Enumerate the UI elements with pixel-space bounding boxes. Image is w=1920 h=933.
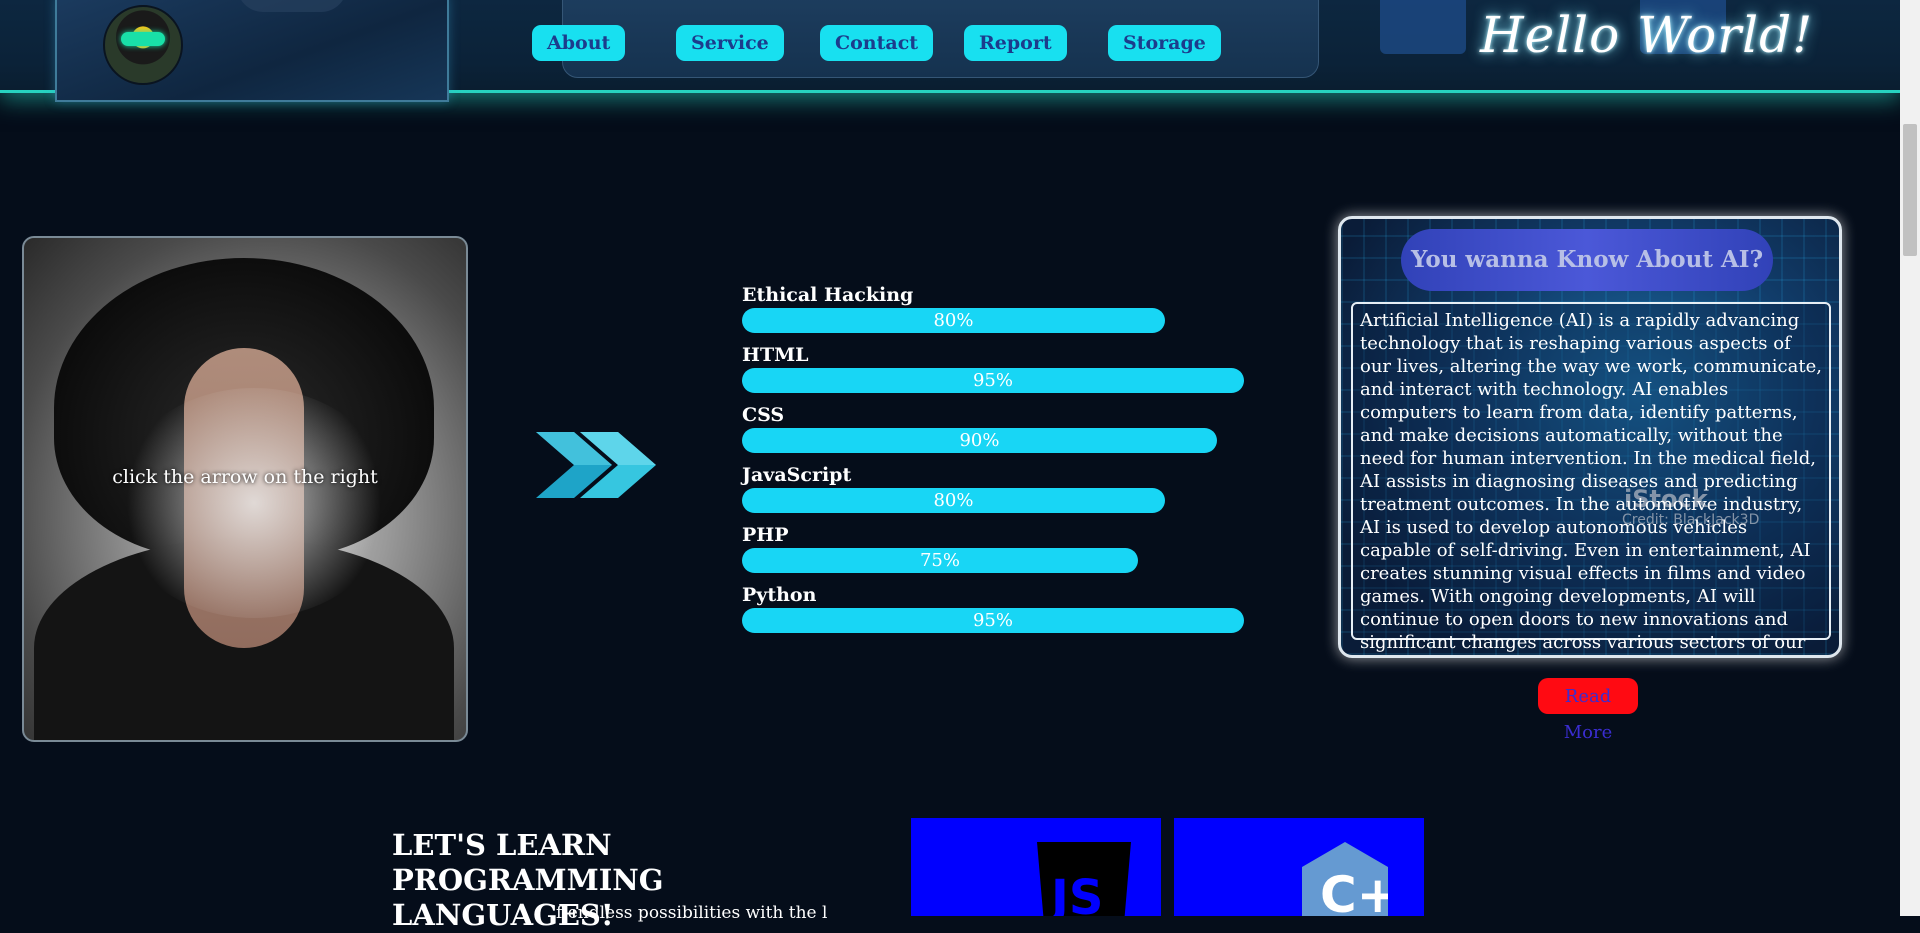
read-more-button[interactable]: Read More bbox=[1538, 678, 1638, 743]
skill-bar-html: 95% bbox=[742, 368, 1244, 393]
skill-bar-python: 95% bbox=[742, 608, 1244, 633]
smoke-shape bbox=[114, 388, 394, 618]
javascript-logo-label: JS bbox=[1051, 870, 1104, 916]
sneaker-image bbox=[237, 0, 347, 12]
site-header: About Service Contact Report Storage Hel… bbox=[0, 0, 1900, 102]
nav-service-button[interactable]: Service bbox=[676, 25, 784, 61]
skill-label-ethical-hacking: Ethical Hacking bbox=[742, 284, 914, 306]
double-chevron-right-icon[interactable] bbox=[536, 432, 666, 498]
nav-storage-button[interactable]: Storage bbox=[1108, 25, 1221, 61]
skill-label-python: Python bbox=[742, 584, 817, 606]
hello-world-heading: Hello World! bbox=[1480, 6, 1814, 64]
javascript-logo-icon: JS bbox=[1037, 842, 1131, 916]
learn-subtitle: f endless possibilities with the l bbox=[556, 903, 828, 923]
scrollbar-thumb[interactable] bbox=[1903, 124, 1917, 256]
skill-bar-ethical-hacking: 80% bbox=[742, 308, 1165, 333]
skill-label-php: PHP bbox=[742, 524, 789, 546]
cpp-logo-icon: C++ bbox=[1302, 842, 1388, 916]
nav-contact-button[interactable]: Contact bbox=[820, 25, 934, 61]
page-scrollbar[interactable] bbox=[1900, 0, 1920, 916]
hero-photo: click the arrow on the right bbox=[22, 236, 468, 742]
cpp-card[interactable]: C++ bbox=[1174, 818, 1424, 916]
skill-bar-javascript: 80% bbox=[742, 488, 1165, 513]
cpp-logo-label: C++ bbox=[1320, 866, 1424, 916]
nav-report-button[interactable]: Report bbox=[964, 25, 1067, 61]
avatar[interactable] bbox=[103, 5, 183, 85]
javascript-card[interactable]: JS bbox=[911, 818, 1161, 916]
skill-bar-php: 75% bbox=[742, 548, 1138, 573]
hero-caption: click the arrow on the right bbox=[112, 466, 378, 488]
skill-bar-css: 90% bbox=[742, 428, 1217, 453]
skill-label-html: HTML bbox=[742, 344, 809, 366]
skill-label-css: CSS bbox=[742, 404, 785, 426]
nav-about-button[interactable]: About bbox=[532, 25, 626, 61]
skill-label-javascript: JavaScript bbox=[742, 464, 852, 486]
ai-social-icon[interactable] bbox=[1380, 0, 1466, 54]
ai-info-card: iStock Credit: BlackJack3D You wanna Kno… bbox=[1338, 216, 1842, 658]
ai-card-text: Artificial Intelligence (AI) is a rapidl… bbox=[1351, 302, 1831, 653]
ai-card-title: You wanna Know About AI? bbox=[1401, 229, 1773, 291]
